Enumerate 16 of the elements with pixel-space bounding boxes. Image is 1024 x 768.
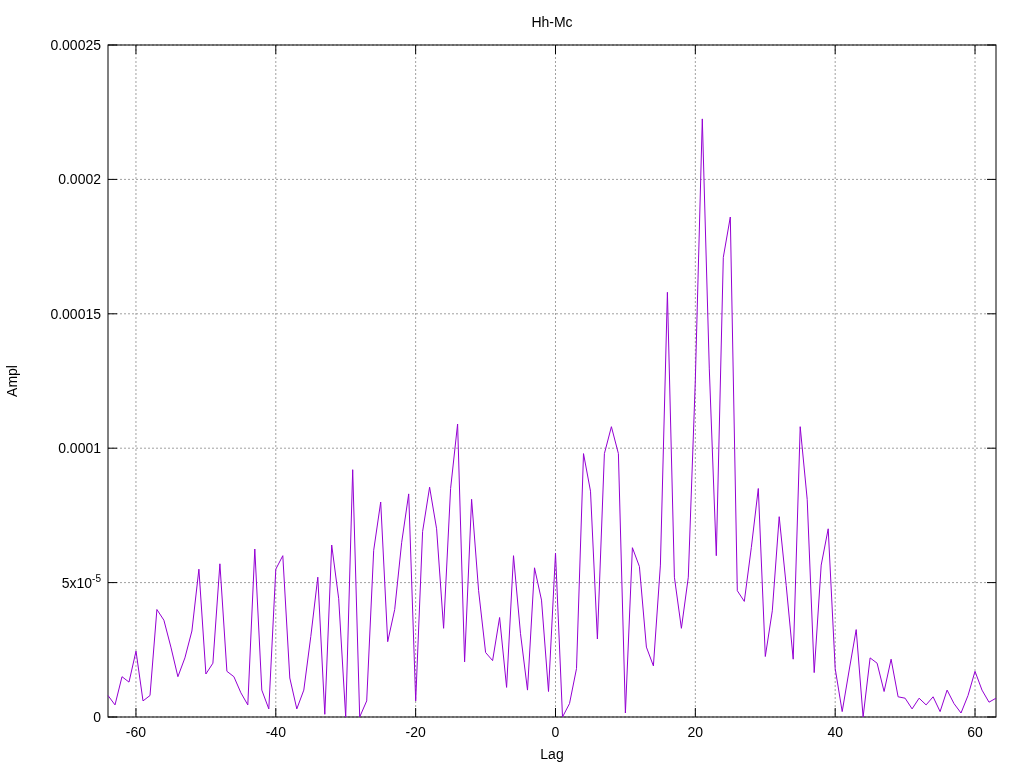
y-tick-label: 0.00025 [50, 37, 101, 53]
x-tick-label: 60 [967, 724, 983, 740]
x-tick-label: 0 [551, 724, 560, 740]
x-axis-label: Lag [540, 746, 564, 762]
y-tick-label: 0.0002 [58, 171, 101, 188]
y-tick-label: 0 [93, 709, 101, 725]
y-tick-label: 5x10$^{-5}$ [61, 574, 101, 591]
y-tick-label: 0.00015 [50, 305, 101, 322]
x-tick-label: -60 [125, 724, 147, 740]
x-tick-label: 40 [827, 724, 843, 740]
x-tick-label: -20 [405, 724, 426, 740]
chart-title: Hh-Mc [531, 14, 573, 30]
x-tick-label: 20 [687, 724, 704, 740]
y-axis-label: Ampl [4, 365, 20, 397]
y-tick-label: 0.0001 [58, 440, 101, 457]
x-tick-label: -40 [265, 724, 286, 740]
